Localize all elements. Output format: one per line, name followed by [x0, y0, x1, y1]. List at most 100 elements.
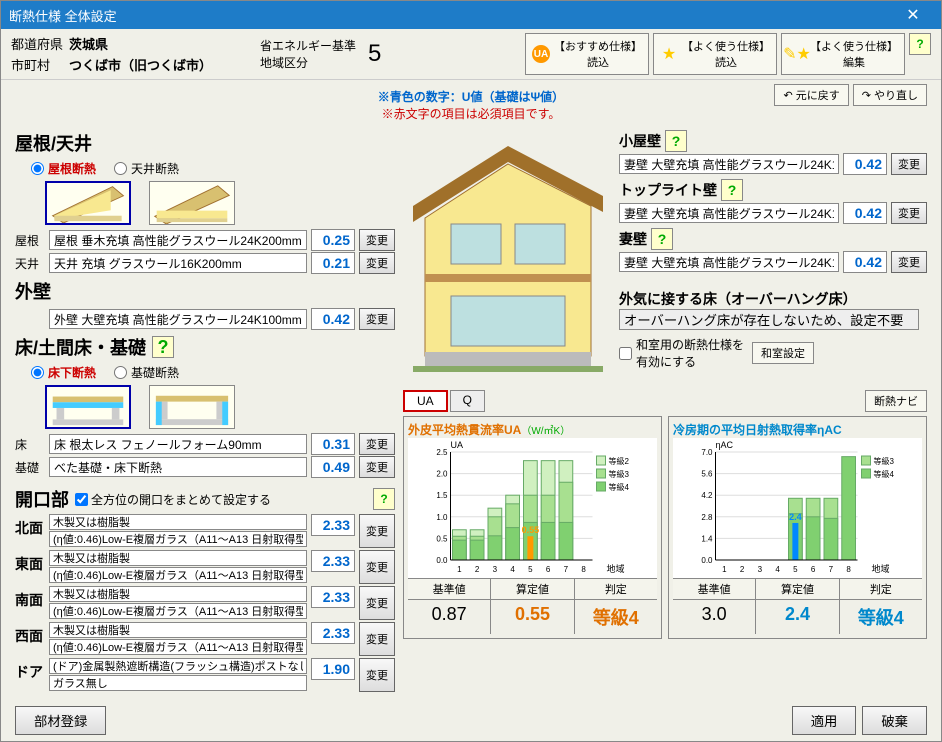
floor-spec-input[interactable]	[49, 434, 307, 454]
svg-text:等級2: 等級2	[609, 456, 630, 466]
koyabe-uvalue: 0.42	[843, 153, 887, 175]
svg-text:4.2: 4.2	[701, 491, 713, 500]
svg-text:ηAC: ηAC	[716, 440, 734, 450]
base-thumb[interactable]	[149, 385, 235, 429]
roof-spec-label: 屋根	[15, 232, 45, 249]
tsuma-change-button[interactable]: 変更	[891, 251, 927, 273]
toplight-help-button[interactable]: ?	[721, 179, 743, 201]
svg-text:UA: UA	[451, 440, 464, 450]
overhang-msg	[619, 309, 919, 330]
opening-change-button[interactable]: 変更	[359, 658, 395, 692]
svg-text:1: 1	[722, 565, 727, 574]
opening-help-button[interactable]: ?	[373, 488, 395, 510]
svg-text:0.0: 0.0	[436, 556, 448, 565]
wall-uvalue: 0.42	[311, 308, 355, 330]
floor-thumb[interactable]	[45, 385, 131, 429]
city-value: つくば市（旧つくば市）	[69, 55, 212, 74]
roof-spec-input[interactable]	[49, 230, 307, 250]
ua-judge-value: 等級4	[575, 600, 657, 634]
opening-change-button[interactable]: 変更	[359, 586, 395, 620]
opening-glass-input[interactable]	[49, 603, 307, 619]
floor-uvalue: 0.31	[311, 433, 355, 455]
opening-change-button[interactable]: 変更	[359, 622, 395, 656]
opening-glass-input[interactable]	[49, 639, 307, 655]
svg-text:等級3: 等級3	[874, 456, 895, 466]
material-register-button[interactable]: 部材登録	[15, 706, 106, 735]
undo-button[interactable]: ↶ 元に戻す	[774, 84, 848, 106]
eta-ref-value: 3.0	[673, 600, 756, 634]
koyabe-spec-input[interactable]	[619, 154, 839, 174]
opening-glass-input[interactable]	[49, 675, 307, 691]
base-spec-input[interactable]	[49, 457, 307, 477]
opening-frame-input[interactable]	[49, 514, 307, 530]
toplight-label: トップライト壁	[619, 180, 717, 200]
base-insulation-radio[interactable]: 基礎断熱	[114, 364, 179, 381]
svg-text:3: 3	[493, 565, 498, 574]
opening-change-button[interactable]: 変更	[359, 550, 395, 584]
washitsu-button[interactable]: 和室設定	[752, 342, 814, 364]
tsuma-help-button[interactable]: ?	[651, 228, 673, 250]
ceil-spec-input[interactable]	[49, 253, 307, 273]
svg-text:6: 6	[546, 565, 551, 574]
ceil-change-button[interactable]: 変更	[359, 252, 395, 274]
svg-text:2.5: 2.5	[436, 448, 448, 457]
wall-spec-input[interactable]	[49, 309, 307, 329]
star-icon: ★	[660, 45, 678, 63]
base-change-button[interactable]: 変更	[359, 456, 395, 478]
toplight-spec-input[interactable]	[619, 203, 839, 223]
insulation-navi-button[interactable]: 断熱ナビ	[865, 390, 927, 412]
tsuma-spec-input[interactable]	[619, 252, 839, 272]
washitsu-checkbox[interactable]: 和室用の断熱仕様を 有効にする	[619, 336, 744, 370]
svg-text:1.0: 1.0	[436, 513, 448, 522]
floor-change-button[interactable]: 変更	[359, 433, 395, 455]
discard-button[interactable]: 破棄	[862, 706, 927, 735]
svg-text:1: 1	[457, 565, 462, 574]
roof-thumb[interactable]	[45, 181, 131, 225]
ceiling-insulation-radio[interactable]: 天井断熱	[114, 160, 179, 177]
roof-insulation-radio[interactable]: 屋根断熱	[31, 160, 96, 177]
svg-text:等級4: 等級4	[874, 469, 895, 479]
ceiling-thumb[interactable]	[149, 181, 235, 225]
svg-text:1.5: 1.5	[436, 491, 448, 500]
house-diagram	[403, 126, 613, 376]
pref-value: 茨城県	[69, 34, 212, 53]
opening-glass-input[interactable]	[49, 531, 307, 547]
toplight-change-button[interactable]: 変更	[891, 202, 927, 224]
floor-help-button[interactable]: ?	[152, 336, 174, 358]
redo-button[interactable]: ↷ やり直し	[853, 84, 927, 106]
koyabe-change-button[interactable]: 変更	[891, 153, 927, 175]
svg-text:0.5: 0.5	[436, 534, 448, 543]
opening-frame-input[interactable]	[49, 622, 307, 638]
svg-text:2.8: 2.8	[701, 513, 713, 522]
opening-uvalue: 1.90	[311, 658, 355, 680]
opening-change-button[interactable]: 変更	[359, 514, 395, 548]
header: 都道府県 茨城県 市町村 つくば市（旧つくば市） 省エネルギー基準 地域区分 5…	[1, 29, 941, 80]
opening-batch-checkbox[interactable]: 全方位の開口をまとめて設定する	[75, 491, 271, 508]
preset-edit-button[interactable]: ✎★ 【よく使う仕様】 編集	[781, 33, 905, 75]
roof-uvalue: 0.25	[311, 229, 355, 251]
svg-text:等級4: 等級4	[609, 482, 630, 492]
recommend-load-button[interactable]: UA 【おすすめ仕様】 読込	[525, 33, 649, 75]
opening-frame-input[interactable]	[49, 658, 307, 674]
preset-load-button[interactable]: ★ 【よく使う仕様】 読込	[653, 33, 777, 75]
tab-ua[interactable]: UA	[403, 390, 448, 412]
opening-frame-input[interactable]	[49, 586, 307, 602]
svg-text:2.4: 2.4	[789, 512, 802, 522]
svg-text:7: 7	[564, 565, 569, 574]
roof-change-button[interactable]: 変更	[359, 229, 395, 251]
apply-button[interactable]: 適用	[792, 706, 857, 735]
help-button[interactable]: ?	[909, 33, 931, 55]
tsuma-label: 妻壁	[619, 229, 647, 249]
svg-text:地域: 地域	[607, 563, 625, 574]
floor-insulation-radio[interactable]: 床下断熱	[31, 364, 96, 381]
koyabe-help-button[interactable]: ?	[665, 130, 687, 152]
base-spec-label: 基礎	[15, 459, 45, 476]
opening-frame-input[interactable]	[49, 550, 307, 566]
wall-change-button[interactable]: 変更	[359, 308, 395, 330]
opening-glass-input[interactable]	[49, 567, 307, 583]
chart-eta-title: 冷房期の平均日射熱取得率ηAC	[673, 421, 922, 438]
tab-q[interactable]: Q	[450, 390, 485, 412]
eta-judge-value: 等級4	[840, 600, 922, 634]
close-icon[interactable]: ✕	[893, 5, 933, 25]
opening-uvalue: 2.33	[311, 514, 355, 536]
